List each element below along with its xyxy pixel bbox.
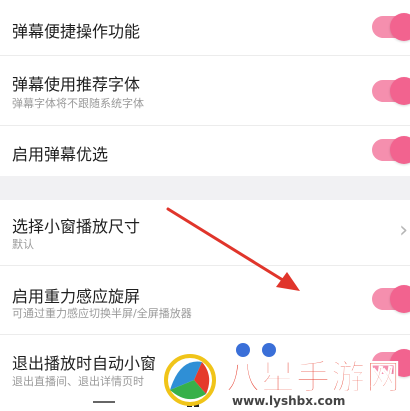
- watermark-title: 八星手游网: [226, 358, 401, 399]
- menu-icon[interactable]: [93, 401, 115, 403]
- setting-title: 启用重力感应旋屏: [12, 287, 141, 306]
- setting-row-gravity-rotate[interactable]: 启用重力感应旋屏 可通过重力感应切换半屏/全屏播放器: [0, 266, 410, 334]
- setting-subtitle: 可通过重力感应切换半屏/全屏播放器: [12, 307, 192, 320]
- setting-row-danmaku-quick-ops[interactable]: 弹幕便捷操作功能: [0, 0, 410, 55]
- danmaku-preferred-toggle[interactable]: [372, 136, 410, 164]
- toggle-knob: [390, 136, 410, 164]
- setting-title: 选择小窗播放尺寸: [12, 217, 141, 236]
- setting-row-mini-window-size[interactable]: 选择小窗播放尺寸 默认 ›: [0, 200, 410, 265]
- setting-subtitle: 退出直播间、退出详情页时: [12, 375, 144, 388]
- setting-title: 弹幕使用推荐字体: [12, 75, 141, 94]
- danmaku-quick-ops-toggle[interactable]: [372, 13, 410, 41]
- watermark-logo-icon: [164, 354, 216, 406]
- toggle-knob: [390, 77, 410, 105]
- watermark-url: www.lyshbx.com: [232, 394, 346, 408]
- watermark: 八星手游网 www.lyshbx.com: [160, 348, 410, 411]
- gravity-rotate-toggle[interactable]: [372, 285, 410, 313]
- toggle-knob: [390, 13, 410, 41]
- section-gap: [0, 176, 410, 200]
- chevron-right-icon: ›: [399, 218, 408, 243]
- toggle-knob: [390, 285, 410, 313]
- setting-subtitle: 弹幕字体将不跟随系统字体: [12, 97, 144, 110]
- setting-row-recommended-font[interactable]: 弹幕使用推荐字体 弹幕字体将不跟随系统字体: [0, 56, 410, 125]
- recommended-font-toggle[interactable]: [372, 77, 410, 105]
- setting-row-danmaku-preferred[interactable]: 启用弹幕优选: [0, 126, 410, 176]
- setting-title: 弹幕便捷操作功能: [12, 22, 141, 41]
- setting-title: 退出播放时自动小窗: [12, 354, 157, 373]
- setting-title: 启用弹幕优选: [12, 145, 109, 164]
- setting-subtitle: 默认: [12, 238, 34, 251]
